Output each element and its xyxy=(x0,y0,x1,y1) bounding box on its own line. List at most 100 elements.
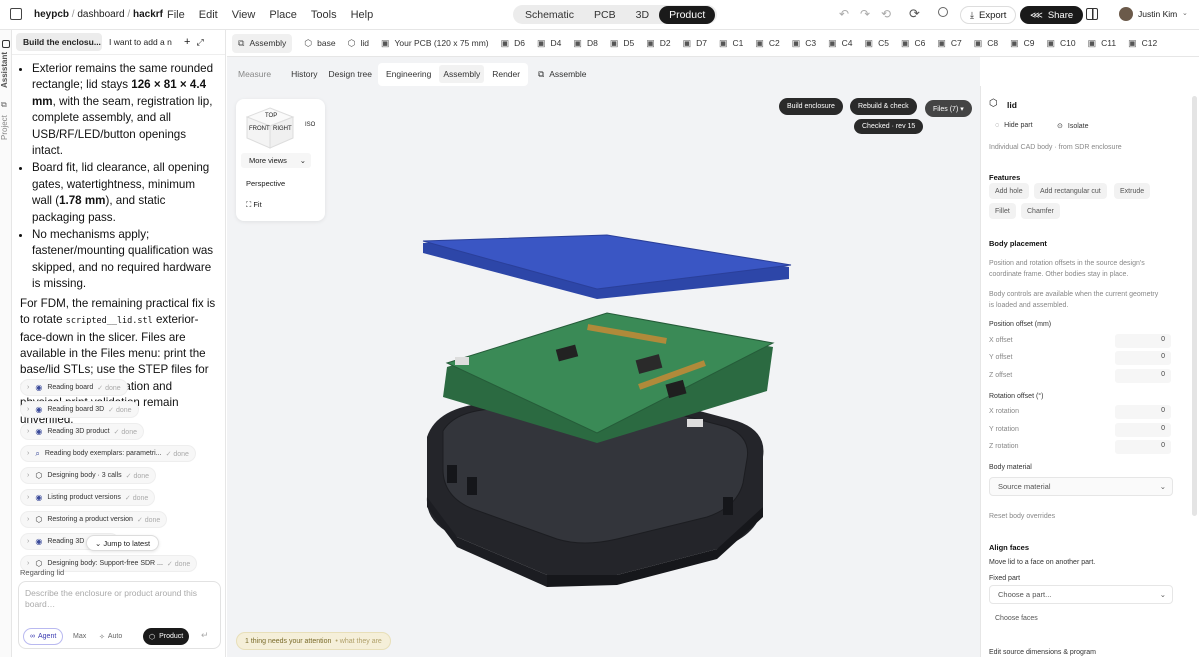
auto-toggle[interactable]: ✧ Auto xyxy=(93,628,128,645)
share-button[interactable]: ⋘ Share xyxy=(1020,6,1084,24)
tab-c9[interactable]: ▣ C9 xyxy=(1010,38,1034,49)
tab-d2[interactable]: ▣ D2 xyxy=(646,38,670,49)
user-name[interactable]: Justin Kim xyxy=(1138,9,1177,19)
material-select[interactable]: Source material ⌄ xyxy=(989,477,1173,496)
tab-c11[interactable]: ▣ C11 xyxy=(1088,38,1116,49)
menu-view[interactable]: View xyxy=(232,9,256,21)
sidebar-toggle-icon[interactable] xyxy=(10,8,22,20)
history-icon[interactable]: ⟲ xyxy=(881,7,891,21)
files-menu-button[interactable]: Files (7) ▾ xyxy=(925,100,972,117)
chevron-down-icon[interactable]: ⌄ xyxy=(1182,9,1188,17)
tab-c1[interactable]: ▣ C1 xyxy=(719,38,743,49)
tab-d5[interactable]: ▣ D5 xyxy=(610,38,634,49)
tab-pcb[interactable]: ▣ Your PCB (120 x 75 mm) xyxy=(381,38,489,49)
subtab-design-tree[interactable]: Design tree xyxy=(329,69,372,79)
tab-c7[interactable]: ▣ C7 xyxy=(937,38,961,49)
tab-lid[interactable]: ⬡ lid xyxy=(348,38,369,49)
expand-icon[interactable]: ⤢ xyxy=(196,37,203,48)
layers-icon[interactable]: ⧉ xyxy=(1,100,7,110)
avatar[interactable] xyxy=(1119,7,1133,21)
mode-3d[interactable]: 3D xyxy=(626,6,659,24)
undo-icon[interactable]: ↶ xyxy=(839,7,849,21)
subtab-measure[interactable]: Measure xyxy=(238,69,271,79)
menu-file[interactable]: File xyxy=(167,9,185,21)
product-model[interactable] xyxy=(407,207,827,607)
tab-c2[interactable]: ▣ C2 xyxy=(755,38,779,49)
choose-faces-button[interactable]: Choose faces xyxy=(989,610,1044,626)
chamfer-button[interactable]: Chamfer xyxy=(1021,203,1060,219)
tab-base[interactable]: ⬡ base xyxy=(304,38,335,49)
fillet-button[interactable]: Fillet xyxy=(989,203,1016,219)
chat-tab-active[interactable]: Build the enclosu... xyxy=(16,33,102,51)
search-icon[interactable] xyxy=(938,7,948,17)
3d-viewport[interactable]: Measure History Design tree Engineering … xyxy=(227,57,980,657)
z-offset-input[interactable]: 0 xyxy=(1115,369,1171,383)
menu-edit[interactable]: Edit xyxy=(199,9,218,21)
composer[interactable]: Describe the enclosure or product around… xyxy=(18,581,221,649)
subtab-history[interactable]: History xyxy=(291,69,317,79)
y-rotation-input[interactable]: 0 xyxy=(1115,423,1171,437)
fit-button[interactable]: ⛶ Fit xyxy=(246,200,262,210)
isolate-button[interactable]: ⊙ Isolate xyxy=(1057,122,1089,130)
product-context-button[interactable]: ⬡ Product xyxy=(143,628,190,645)
iso-button[interactable]: ISO xyxy=(305,122,315,128)
export-button[interactable]: ⤓ Export xyxy=(960,6,1017,24)
tab-d6[interactable]: ▣ D6 xyxy=(501,38,525,49)
tab-c3[interactable]: ▣ C3 xyxy=(792,38,816,49)
breadcrumb-dashboard[interactable]: dashboard xyxy=(77,9,124,20)
tab-c4[interactable]: ▣ C4 xyxy=(828,38,852,49)
jump-to-latest-button[interactable]: ⌄ Jump to latest xyxy=(86,535,160,551)
rail-project[interactable]: Project xyxy=(0,115,9,140)
breadcrumb-project[interactable]: hackrf xyxy=(133,9,163,20)
more-views-dropdown[interactable]: More views ⌄ xyxy=(241,153,311,168)
subtab-render[interactable]: Render xyxy=(492,69,520,79)
cube-front-label[interactable]: FRONT xyxy=(249,126,270,132)
add-hole-button[interactable]: Add hole xyxy=(989,183,1029,199)
menu-tools[interactable]: Tools xyxy=(311,9,337,21)
y-offset-input[interactable]: 0 xyxy=(1115,351,1171,365)
reset-overrides-link[interactable]: Reset body overrides xyxy=(989,513,1055,520)
add-rect-cut-button[interactable]: Add rectangular cut xyxy=(1034,183,1107,199)
z-rotation-input[interactable]: 0 xyxy=(1115,440,1171,454)
tab-c5[interactable]: ▣ C5 xyxy=(865,38,889,49)
extrude-button[interactable]: Extrude xyxy=(1114,183,1151,199)
panel-toggle-icon[interactable] xyxy=(1086,8,1098,20)
max-toggle[interactable]: Max xyxy=(67,628,92,645)
cube-right-label[interactable]: RIGHT xyxy=(273,126,292,132)
rail-assistant[interactable]: Assistant xyxy=(0,52,9,88)
cube-top-label[interactable]: TOP xyxy=(265,113,277,119)
perspective-toggle[interactable]: Perspective xyxy=(246,179,285,188)
x-offset-input[interactable]: 0 xyxy=(1115,334,1171,348)
mode-pcb[interactable]: PCB xyxy=(584,6,626,24)
tool-step[interactable]: › ◉ Reading 3D product ✓ done xyxy=(20,423,144,440)
agent-toggle[interactable]: ∞ Agent xyxy=(23,628,64,645)
x-rotation-input[interactable]: 0 xyxy=(1115,405,1171,419)
tab-c10[interactable]: ▣ C10 xyxy=(1047,38,1076,49)
tool-step[interactable]: › ◉ Listing product versions ✓ done xyxy=(20,489,156,506)
attention-banner[interactable]: 1 thing needs your attention • what they … xyxy=(236,632,391,650)
breadcrumb-user[interactable]: heypcb xyxy=(34,9,69,20)
sync-icon[interactable]: ⟳ xyxy=(909,6,920,22)
mode-product[interactable]: Product xyxy=(659,5,716,24)
chat-tab[interactable]: I want to add a n... xyxy=(102,33,172,51)
tab-c8[interactable]: ▣ C8 xyxy=(974,38,998,49)
tab-c12[interactable]: ▣ C12 xyxy=(1128,38,1157,49)
tool-step[interactable]: › ⬡ Designing body · 3 calls ✓ done xyxy=(20,467,157,484)
subtab-assemble[interactable]: ⧉ Assemble xyxy=(538,69,586,80)
tool-step[interactable]: › ⬡ Restoring a product version ✓ done xyxy=(20,511,168,528)
redo-icon[interactable]: ↷ xyxy=(860,7,870,21)
fixed-part-select[interactable]: Choose a part... ⌄ xyxy=(989,585,1173,604)
menu-help[interactable]: Help xyxy=(351,9,374,21)
tab-d8[interactable]: ▣ D8 xyxy=(573,38,597,49)
add-tab-icon[interactable]: + xyxy=(184,36,190,48)
subtab-assembly[interactable]: Assembly xyxy=(439,65,485,83)
edit-dims-link[interactable]: Edit source dimensions & program xyxy=(989,649,1096,656)
subtab-engineering[interactable]: Engineering xyxy=(386,69,431,79)
menu-place[interactable]: Place xyxy=(269,9,297,21)
tab-d7[interactable]: ▣ D7 xyxy=(683,38,707,49)
send-icon[interactable]: ↵ xyxy=(201,630,209,641)
mode-schematic[interactable]: Schematic xyxy=(515,6,584,24)
tool-step[interactable]: › ⌕ Reading body exemplars: parametri... ✓ … xyxy=(20,445,196,462)
tab-c6[interactable]: ▣ C6 xyxy=(901,38,925,49)
tool-step[interactable]: › ◉ Reading board ✓ done xyxy=(20,379,128,396)
